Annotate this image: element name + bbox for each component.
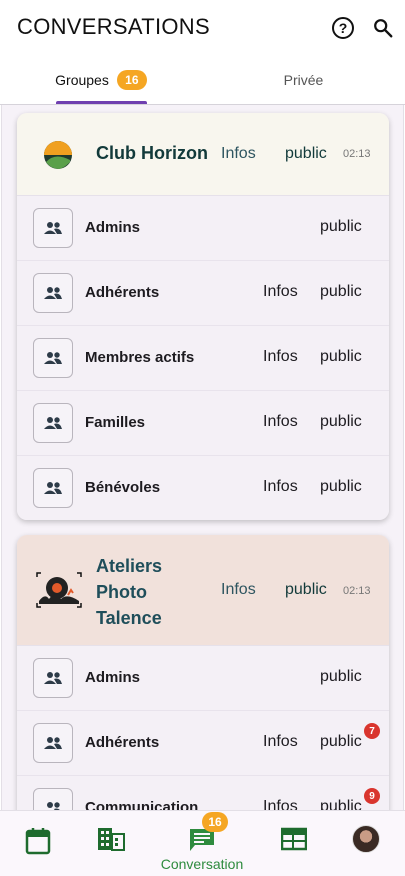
nav-conversation-label: Conversation xyxy=(160,856,244,872)
group-name: Ateliers Photo Talence xyxy=(96,556,163,628)
timestamp: 02:13 xyxy=(343,148,371,160)
visibility-label: public xyxy=(285,581,327,598)
subgroup-name: Admins xyxy=(85,669,141,686)
subgroup-row-communication[interactable]: Communication Infos public 9 xyxy=(17,776,389,810)
visibility-label: public xyxy=(320,283,362,300)
subgroup-row-admins[interactable]: Admins public xyxy=(17,646,389,711)
group-card-ateliers-photo: Ateliers Photo Talence Infos public 02:1… xyxy=(17,535,389,810)
infos-link[interactable]: Infos xyxy=(263,413,298,431)
subgroup-row-benevoles[interactable]: Bénévoles Infos public xyxy=(17,456,389,520)
visibility-label: public xyxy=(320,668,362,685)
conversation-list[interactable]: Club Horizon Infos public 02:13 Admins p… xyxy=(1,105,404,810)
timestamp: 02:13 xyxy=(343,585,371,597)
subgroup-name: Familles xyxy=(85,414,146,431)
unread-badge: 7 xyxy=(364,723,380,739)
visibility-label: public xyxy=(320,218,362,235)
avatar[interactable] xyxy=(352,825,380,853)
help-icon[interactable]: ? xyxy=(332,17,354,39)
nav-conversation-badge: 16 xyxy=(202,812,228,832)
infos-link[interactable]: Infos xyxy=(221,581,256,599)
subgroup-name: Adhérents xyxy=(85,734,160,751)
tab-groupes-badge: 16 xyxy=(116,70,147,90)
group-icon xyxy=(33,338,73,378)
infos-link[interactable]: Infos xyxy=(263,478,298,496)
tab-bar: Groupes 16 Privée xyxy=(0,56,405,105)
tab-indicator xyxy=(56,101,147,104)
group-icon xyxy=(33,658,73,698)
search-icon[interactable] xyxy=(372,17,394,39)
visibility-label: public xyxy=(320,413,362,430)
tab-privee[interactable]: Privée xyxy=(202,56,405,104)
infos-link[interactable]: Infos xyxy=(263,283,298,301)
subgroup-name: Bénévoles xyxy=(85,479,161,496)
group-header[interactable]: Ateliers Photo Talence Infos public 02:1… xyxy=(17,535,389,646)
visibility-label: public xyxy=(320,798,362,810)
visibility-label: public xyxy=(320,348,362,365)
group-icon xyxy=(33,403,73,443)
visibility-label: public xyxy=(320,478,362,495)
nav-calendar[interactable] xyxy=(22,811,54,876)
page-title: CONVERSATIONS xyxy=(17,14,210,39)
subgroup-row-membres-actifs[interactable]: Membres actifs Infos public xyxy=(17,326,389,391)
group-icon xyxy=(33,273,73,313)
subgroup-name: Communication xyxy=(85,799,199,810)
infos-link[interactable]: Infos xyxy=(221,145,256,163)
infos-link[interactable]: Infos xyxy=(263,733,298,751)
unread-badge: 9 xyxy=(364,788,380,804)
calendar-icon xyxy=(25,828,51,855)
subgroup-row-adherents[interactable]: Adhérents Infos public 7 xyxy=(17,711,389,776)
subgroup-row-familles[interactable]: Familles Infos public xyxy=(17,391,389,456)
group-icon xyxy=(33,208,73,248)
tab-groupes[interactable]: Groupes 16 xyxy=(0,56,202,104)
infos-link[interactable]: Infos xyxy=(263,348,298,366)
subgroup-name: Adhérents xyxy=(85,284,160,301)
nav-news[interactable] xyxy=(280,811,308,876)
group-icon xyxy=(33,468,73,508)
subgroup-name: Admins xyxy=(85,219,141,236)
app-bar: CONVERSATIONS ? xyxy=(0,0,405,56)
nav-organisations[interactable] xyxy=(96,811,126,876)
tab-privee-label: Privée xyxy=(283,72,324,88)
visibility-label: public xyxy=(320,733,362,750)
club-horizon-logo xyxy=(44,141,72,169)
group-name: Club Horizon xyxy=(96,143,208,163)
group-icon xyxy=(33,723,73,763)
subgroup-row-adherents[interactable]: Adhérents Infos public xyxy=(17,261,389,326)
visibility-label: public xyxy=(285,145,327,162)
group-card-club-horizon: Club Horizon Infos public 02:13 Admins p… xyxy=(17,113,389,520)
infos-link[interactable]: Infos xyxy=(263,798,298,810)
group-icon xyxy=(33,788,73,810)
building-icon xyxy=(98,828,125,851)
ateliers-photo-logo xyxy=(36,572,82,608)
tab-groupes-label: Groupes xyxy=(55,72,109,88)
group-header[interactable]: Club Horizon Infos public 02:13 xyxy=(17,113,389,196)
newspaper-icon xyxy=(281,827,307,851)
subgroup-name: Membres actifs xyxy=(85,349,195,366)
subgroup-row-admins[interactable]: Admins public xyxy=(17,196,389,261)
